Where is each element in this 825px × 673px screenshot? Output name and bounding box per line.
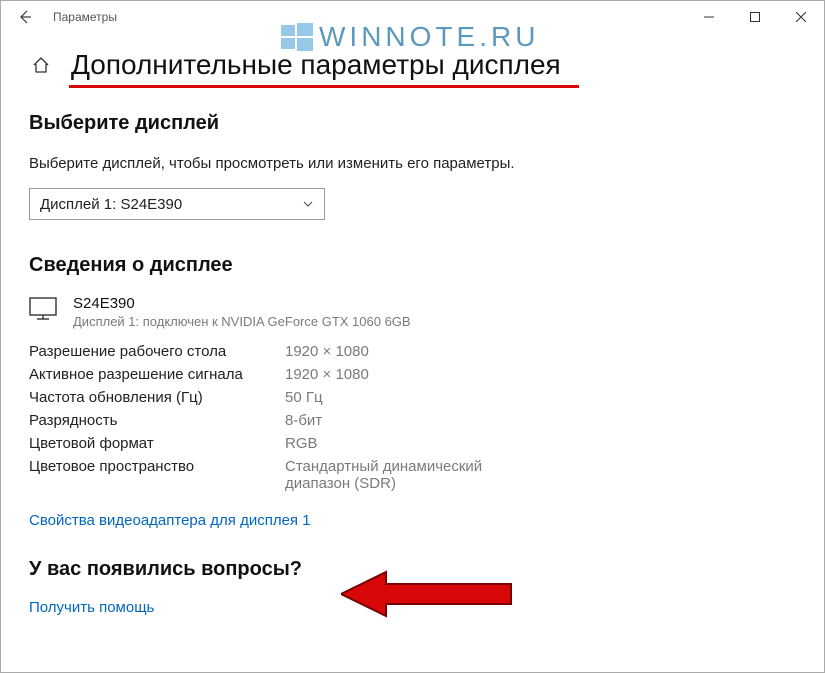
close-button[interactable]: [778, 1, 824, 33]
adapter-properties-link[interactable]: Свойства видеоадаптера для дисплея 1: [29, 512, 311, 529]
page-title: Дополнительные параметры дисплея: [71, 49, 561, 81]
spec-label: Разрядность: [29, 412, 285, 429]
monitor-icon: [29, 297, 57, 321]
minimize-button[interactable]: [686, 1, 732, 33]
home-icon: [32, 56, 50, 74]
display-info-heading: Сведения о дисплее: [29, 254, 796, 277]
spec-label: Активное разрешение сигнала: [29, 366, 285, 383]
maximize-button[interactable]: [732, 1, 778, 33]
window-title: Параметры: [53, 10, 117, 24]
spec-value: Стандартный динамический диапазон (SDR): [285, 458, 545, 492]
spec-label: Цветовой формат: [29, 435, 285, 452]
select-display-heading: Выберите дисплей: [29, 112, 796, 135]
spec-value: RGB: [285, 435, 318, 452]
spec-label: Частота обновления (Гц): [29, 389, 285, 406]
display-name: S24E390: [73, 295, 411, 312]
spec-label: Разрешение рабочего стола: [29, 343, 285, 360]
get-help-link[interactable]: Получить помощь: [29, 599, 154, 616]
spec-table: Разрешение рабочего стола1920 × 1080Акти…: [29, 343, 796, 492]
annotation-underline: [69, 85, 579, 88]
spec-row: Частота обновления (Гц)50 Гц: [29, 389, 796, 406]
spec-value: 50 Гц: [285, 389, 323, 406]
spec-value: 1920 × 1080: [285, 366, 369, 383]
spec-label: Цветовое пространство: [29, 458, 285, 492]
home-button[interactable]: [29, 56, 53, 74]
questions-heading: У вас появились вопросы?: [29, 558, 796, 581]
spec-row: Цветовой форматRGB: [29, 435, 796, 452]
close-icon: [796, 12, 806, 22]
titlebar: Параметры: [1, 1, 824, 33]
spec-row: Активное разрешение сигнала1920 × 1080: [29, 366, 796, 383]
display-summary: S24E390 Дисплей 1: подключен к NVIDIA Ge…: [29, 295, 796, 329]
arrow-left-icon: [17, 9, 33, 25]
spec-value: 1920 × 1080: [285, 343, 369, 360]
display-connection: Дисплей 1: подключен к NVIDIA GeForce GT…: [73, 314, 411, 329]
dropdown-value: Дисплей 1: S24E390: [40, 196, 182, 213]
spec-row: Разрядность8-бит: [29, 412, 796, 429]
spec-row: Разрешение рабочего стола1920 × 1080: [29, 343, 796, 360]
minimize-icon: [704, 12, 714, 22]
chevron-down-icon: [302, 198, 314, 210]
spec-value: 8-бит: [285, 412, 322, 429]
back-button[interactable]: [5, 1, 45, 33]
maximize-icon: [750, 12, 760, 22]
select-display-desc: Выберите дисплей, чтобы просмотреть или …: [29, 153, 796, 174]
display-select-dropdown[interactable]: Дисплей 1: S24E390: [29, 188, 325, 220]
spec-row: Цветовое пространствоСтандартный динамич…: [29, 458, 796, 492]
